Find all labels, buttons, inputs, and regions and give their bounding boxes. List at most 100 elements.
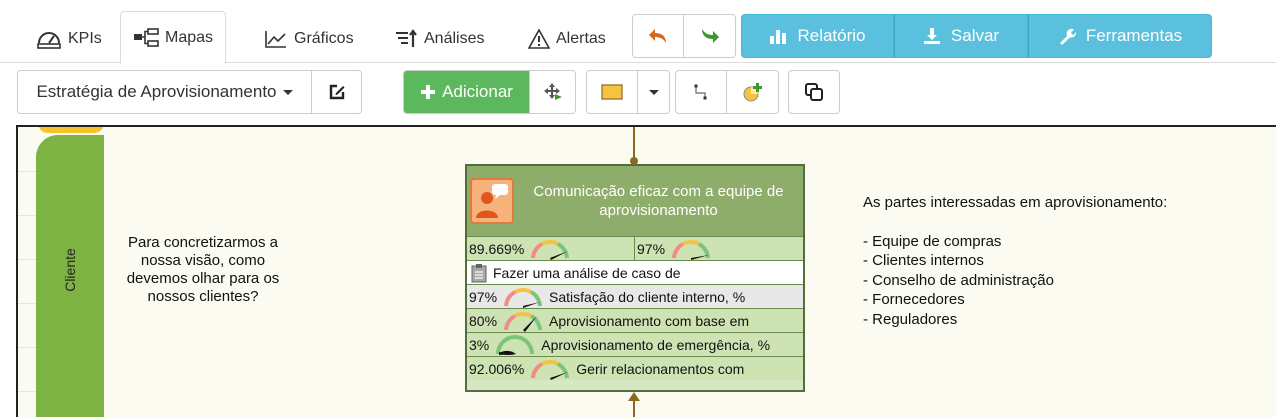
kpi-cell[interactable]: 89.669% [467, 237, 635, 260]
redo-button[interactable] [684, 14, 736, 58]
grid-line [18, 303, 38, 304]
objective-card[interactable]: Comunicação eficaz com a equipe de aprov… [465, 164, 805, 392]
tab-label: Alertas [556, 29, 606, 47]
kpi-value: 97% [469, 288, 498, 305]
tools-button[interactable]: Ferramentas [1028, 14, 1212, 58]
stakeholder-item: - Fornecedores [863, 291, 965, 309]
kpi-row[interactable]: 80% Aprovisionamento com base em [467, 308, 803, 332]
tab-mapas[interactable]: Mapas [120, 11, 227, 64]
clipboard-icon [471, 263, 487, 282]
gauge-icon [504, 311, 543, 332]
perspective-question[interactable]: Para concretizarmos a nossa visão, como … [118, 234, 288, 306]
kpi-name: Aprovisionamento de emergência, % [541, 336, 771, 353]
edit-icon [329, 84, 344, 100]
gauge-icon [531, 359, 570, 380]
caret-down-icon [648, 89, 659, 95]
connector-button[interactable] [675, 70, 727, 114]
line-chart-icon [265, 30, 286, 48]
save-button[interactable]: Salvar [894, 14, 1028, 58]
map-selector-label: Estratégia de Aprovisionamento [36, 82, 277, 101]
communication-icon [470, 178, 514, 224]
report-button[interactable]: Relatório [741, 14, 894, 58]
fill-color-dropdown[interactable] [638, 70, 670, 114]
save-label: Salvar [950, 26, 1000, 45]
grid-line [18, 171, 38, 172]
tab-graficos[interactable]: Gráficos [252, 14, 366, 63]
kpi-value: 3% [469, 336, 490, 353]
redo-icon [701, 29, 719, 43]
kpi-row[interactable]: 97% Satisfação do cliente interno, % [467, 284, 803, 308]
kpi-name: Gerir relacionamentos com [576, 360, 745, 377]
kpi-name: Satisfação do cliente interno, % [549, 288, 746, 305]
top-tab-bar: KPIs Mapas Gráficos Análises Alertas Rel… [0, 0, 1276, 64]
grid-line [18, 259, 38, 260]
lane-label-wrap: Cliente [36, 135, 104, 405]
previous-lane-edge [38, 127, 104, 133]
hierarchy-icon [134, 27, 159, 47]
kpi-cell[interactable]: 97% [635, 237, 803, 260]
move-button[interactable] [530, 70, 576, 114]
stakeholder-item: - Reguladores [863, 310, 958, 328]
initiative-row[interactable]: Fazer uma análise de caso de [467, 260, 803, 284]
fill-color-button[interactable] [586, 70, 638, 114]
kpi-value: 89.669% [469, 240, 525, 257]
initiative-name: Fazer uma análise de caso de [493, 264, 681, 281]
perspective-lane[interactable]: Cliente [36, 135, 104, 417]
dashboard-icon [37, 31, 61, 49]
undo-icon [649, 29, 666, 43]
kpi-value: 80% [469, 312, 498, 329]
kpi-pair-row: 89.669% 97% [467, 236, 803, 260]
tab-label: Gráficos [294, 29, 354, 47]
add-label: Adicionar [442, 82, 513, 101]
tab-label: Análises [424, 29, 485, 47]
connector-line-top[interactable] [633, 127, 635, 159]
edit-map-button[interactable] [312, 70, 362, 114]
warning-icon [528, 28, 550, 49]
plus-icon [421, 85, 436, 99]
bar-chart-icon [770, 30, 787, 44]
tools-label: Ferramentas [1085, 26, 1183, 45]
tab-analises[interactable]: Análises [382, 14, 496, 63]
grid-line [18, 347, 38, 348]
add-shape-icon [743, 83, 762, 102]
kpi-value: 97% [637, 240, 666, 257]
move-icon [543, 83, 562, 100]
map-selector-dropdown[interactable]: Estratégia de Aprovisionamento [17, 70, 312, 114]
shape-style-group [586, 70, 670, 114]
add-group: Adicionar [403, 70, 576, 114]
tab-label: Mapas [165, 28, 214, 46]
actions-group: Relatório Salvar Ferramentas [741, 14, 1212, 58]
kpi-row[interactable]: 92.006% Gerir relacionamentos com [467, 356, 803, 380]
tab-label: KPIs [68, 29, 102, 47]
map-selector-group: Estratégia de Aprovisionamento [17, 70, 362, 114]
stakeholder-item: - Clientes internos [863, 252, 984, 270]
report-label: Relatório [797, 26, 866, 45]
tab-kpis[interactable]: KPIs [24, 14, 114, 63]
objective-header: Comunicação eficaz com a equipe de aprov… [467, 166, 803, 236]
wrench-icon [1059, 28, 1076, 45]
connector-arrowhead [628, 392, 640, 401]
add-shape-button[interactable] [727, 70, 779, 114]
stakeholders-note[interactable]: As partes interessadas em aprovisionamen… [863, 193, 1167, 330]
download-icon [923, 28, 940, 44]
stakeholder-item: - Equipe de compras [863, 232, 1002, 250]
tab-alertas[interactable]: Alertas [516, 14, 618, 63]
lane-label: Cliente [62, 248, 78, 292]
gauge-icon [504, 287, 543, 308]
undo-redo-group [632, 14, 736, 58]
map-canvas[interactable]: Cliente Para concretizarmos a nossa visã… [16, 125, 1276, 417]
copy-group [788, 70, 840, 114]
copy-button[interactable] [788, 70, 840, 114]
sort-analysis-icon [396, 28, 417, 47]
caret-down-icon [282, 89, 293, 95]
connector-icon [694, 84, 707, 100]
kpi-value: 92.006% [469, 360, 525, 377]
kpi-row[interactable]: 3% Aprovisionamento de emergência, % [467, 332, 803, 356]
undo-button[interactable] [632, 14, 684, 58]
stakeholder-item: - Conselho de administração [863, 271, 1054, 289]
kpi-name: Aprovisionamento com base em [549, 312, 750, 329]
add-button[interactable]: Adicionar [403, 70, 530, 114]
color-box-icon [601, 84, 623, 100]
copy-icon [805, 83, 823, 101]
